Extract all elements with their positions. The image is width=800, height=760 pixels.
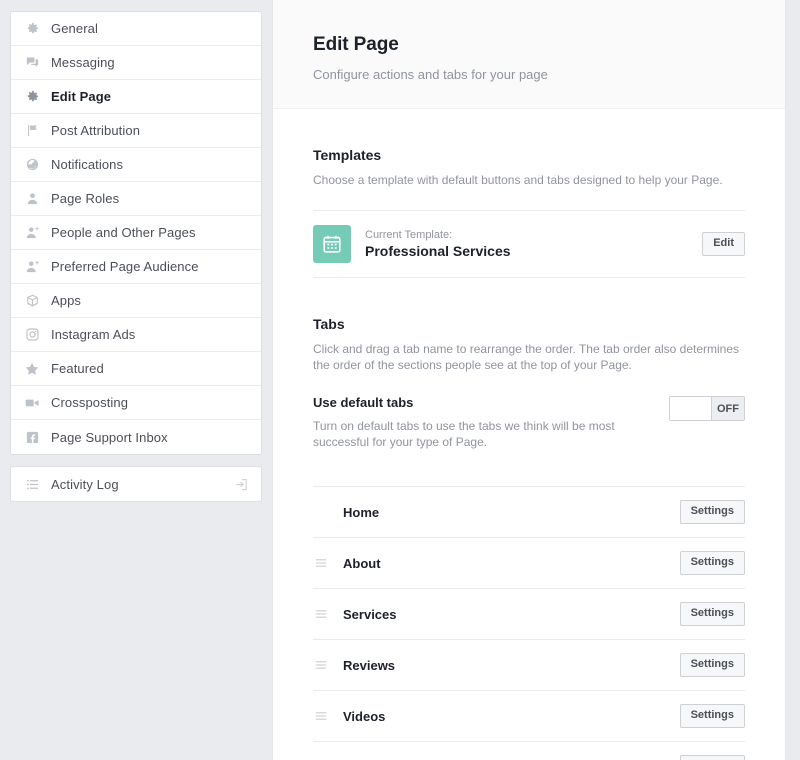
toggle-state-label: OFF (711, 397, 744, 420)
sidebar-item-label: Activity Log (51, 476, 119, 492)
sidebar-item-label: Crossposting (51, 395, 129, 410)
use-default-tabs-title: Use default tabs (313, 395, 414, 410)
drag-handle-icon[interactable] (313, 556, 329, 570)
sidebar-item-apps[interactable]: Apps (11, 284, 261, 318)
tab-row-label: Reviews (343, 657, 396, 673)
page-gutter (786, 0, 800, 760)
sidebar-item-label: Preferred Page Audience (51, 259, 199, 274)
person-add-icon (23, 224, 41, 242)
gear-icon (23, 88, 41, 106)
sidebar-item-crossposting[interactable]: Crossposting (11, 386, 261, 420)
tab-row-label: Videos (343, 708, 386, 724)
sidebar-item-post-attribution[interactable]: Post Attribution (11, 114, 261, 148)
sidebar-item-edit-page[interactable]: Edit Page (11, 80, 261, 114)
edit-template-button[interactable]: Edit (702, 232, 745, 256)
use-default-tabs-text: Use default tabs Turn on default tabs to… (313, 395, 669, 450)
sidebar-item-label: Edit Page (51, 89, 112, 104)
toggle-knob (670, 397, 711, 420)
tab-settings-button[interactable]: Settings (679, 653, 745, 677)
list-icon (23, 475, 41, 493)
table-row[interactable]: Services Settings (313, 588, 745, 639)
tab-row-label: Services (343, 606, 397, 622)
tab-row-label: Home (343, 504, 380, 520)
tab-list: Home Settings About Settings Services Se… (313, 486, 745, 760)
person-add-icon (23, 258, 41, 276)
drag-handle-icon[interactable] (313, 658, 329, 672)
table-row[interactable]: Posts Settings (313, 741, 745, 760)
tab-settings-button[interactable]: Settings (679, 704, 745, 728)
sidebar-item-label: Post Attribution (51, 123, 141, 138)
sidebar-item-label: Page Support Inbox (51, 429, 168, 445)
sidebar-item-label: Instagram Ads (51, 327, 136, 342)
sidebar-group-primary: General Messaging Edit Page Post Attribu… (10, 11, 262, 455)
facebook-icon (23, 428, 41, 446)
current-template-kicker: Current Template: (365, 229, 453, 241)
templates-description: Choose a template with default buttons a… (313, 173, 723, 187)
tabs-title: Tabs (313, 316, 345, 332)
globe-icon (23, 156, 41, 174)
templates-section: Templates Choose a template with default… (273, 109, 785, 278)
sidebar-item-notifications[interactable]: Notifications (11, 148, 261, 182)
drag-handle-icon[interactable] (313, 709, 329, 723)
sidebar-item-messaging[interactable]: Messaging (11, 46, 261, 80)
person-icon (23, 190, 41, 208)
flag-icon (23, 122, 41, 140)
table-row[interactable]: Videos Settings (313, 690, 745, 741)
sidebar-item-label: Messaging (51, 55, 115, 70)
open-external-icon[interactable] (234, 477, 249, 492)
instagram-icon (23, 326, 41, 344)
tab-settings-button[interactable]: Settings (679, 500, 745, 524)
use-default-tabs-toggle[interactable]: OFF (669, 396, 745, 421)
video-camera-icon (23, 394, 41, 412)
table-row[interactable]: Reviews Settings (313, 639, 745, 690)
table-row[interactable]: About Settings (313, 537, 745, 588)
sidebar-group-secondary: Activity Log (10, 466, 262, 502)
sidebar-item-label: Apps (51, 293, 82, 308)
page-subtitle: Configure actions and tabs for your page (313, 67, 548, 82)
chat-bubbles-icon (23, 54, 41, 72)
sidebar-item-people-and-other-pages[interactable]: People and Other Pages (11, 216, 261, 250)
sidebar-item-activity-log[interactable]: Activity Log (11, 467, 261, 501)
sidebar-item-featured[interactable]: Featured (11, 352, 261, 386)
tab-row-label: About (343, 555, 381, 571)
tabs-section: Tabs Click and drag a tab name to rearra… (273, 278, 785, 760)
sidebar-item-label: Page Roles (51, 191, 120, 206)
drag-handle-icon[interactable] (313, 607, 329, 621)
use-default-tabs-description: Turn on default tabs to use the tabs we … (313, 419, 615, 449)
templates-title: Templates (313, 147, 382, 163)
box-icon (23, 292, 41, 310)
sidebar-item-label: Featured (51, 361, 104, 376)
sidebar-item-label: People and Other Pages (51, 225, 196, 240)
settings-sidebar: General Messaging Edit Page Post Attribu… (10, 11, 262, 502)
main-panel: Edit Page Configure actions and tabs for… (272, 0, 786, 760)
sidebar-item-instagram-ads[interactable]: Instagram Ads (11, 318, 261, 352)
gear-icon (23, 20, 41, 38)
sidebar-item-page-roles[interactable]: Page Roles (11, 182, 261, 216)
sidebar-item-page-support-inbox[interactable]: Page Support Inbox (11, 420, 261, 454)
calendar-icon (313, 225, 351, 263)
page-title: Edit Page (313, 34, 399, 55)
page-root: General Messaging Edit Page Post Attribu… (0, 0, 800, 760)
tabs-description: Click and drag a tab name to rearrange t… (313, 342, 740, 372)
current-template-text: Current Template: Professional Services (365, 229, 702, 259)
current-template-name: Professional Services (365, 243, 511, 259)
current-template-row: Current Template: Professional Services … (313, 210, 745, 278)
table-row[interactable]: Home Settings (313, 486, 745, 537)
sidebar-item-label: General (51, 21, 98, 36)
tab-settings-button[interactable]: Settings (679, 602, 745, 626)
use-default-tabs-block: Use default tabs Turn on default tabs to… (313, 373, 745, 450)
page-header: Edit Page Configure actions and tabs for… (273, 0, 785, 109)
tab-settings-button[interactable]: Settings (679, 551, 745, 575)
sidebar-item-general[interactable]: General (11, 12, 261, 46)
tab-settings-button[interactable]: Settings (679, 754, 745, 760)
sidebar-item-label: Notifications (51, 157, 124, 172)
sidebar-item-preferred-page-audience[interactable]: Preferred Page Audience (11, 250, 261, 284)
star-icon (23, 360, 41, 378)
